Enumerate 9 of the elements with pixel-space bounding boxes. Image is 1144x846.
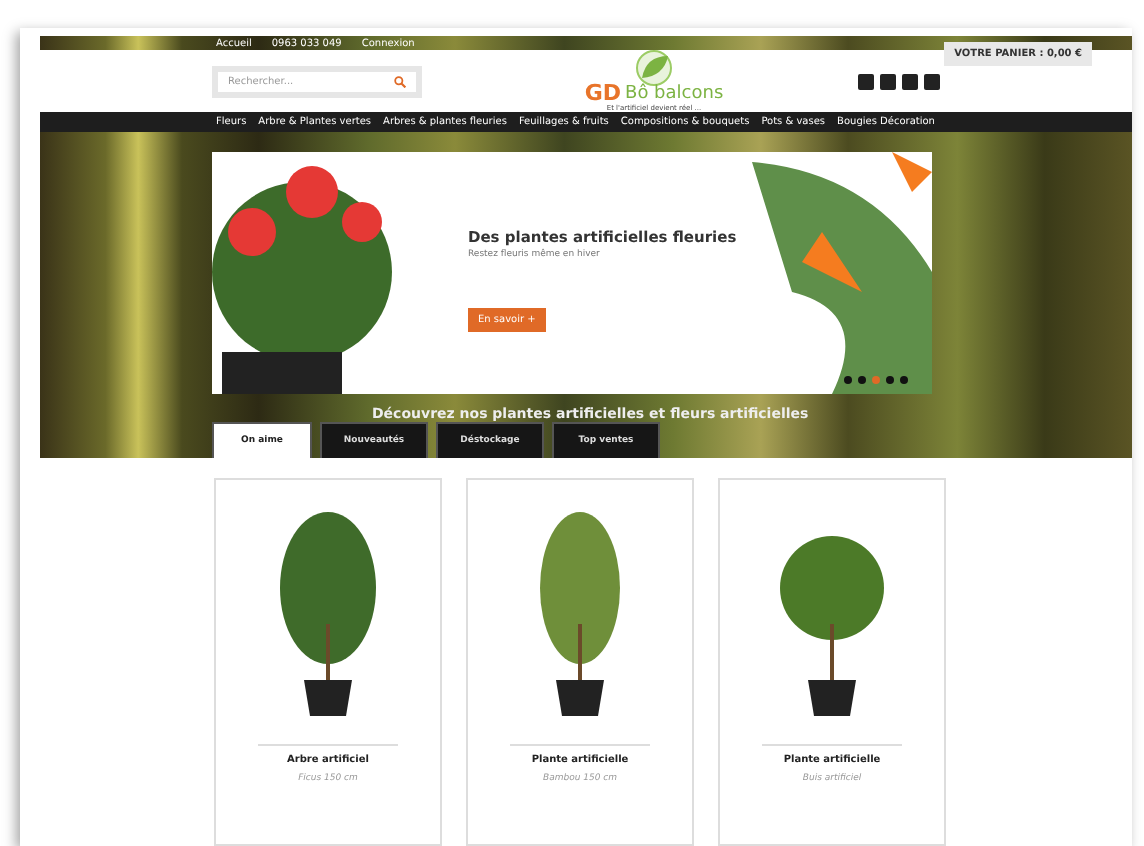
slider-dot[interactable]: [872, 376, 880, 384]
logo-name: Bô balcons: [625, 86, 724, 105]
slider-dot[interactable]: [858, 376, 866, 384]
slider-dot[interactable]: [886, 376, 894, 384]
slider-dot[interactable]: [900, 376, 908, 384]
leaf-logo-icon: [633, 50, 674, 87]
logo-initials: GD: [584, 82, 622, 105]
slider-dot[interactable]: [844, 376, 852, 384]
search-icon[interactable]: [394, 75, 406, 88]
